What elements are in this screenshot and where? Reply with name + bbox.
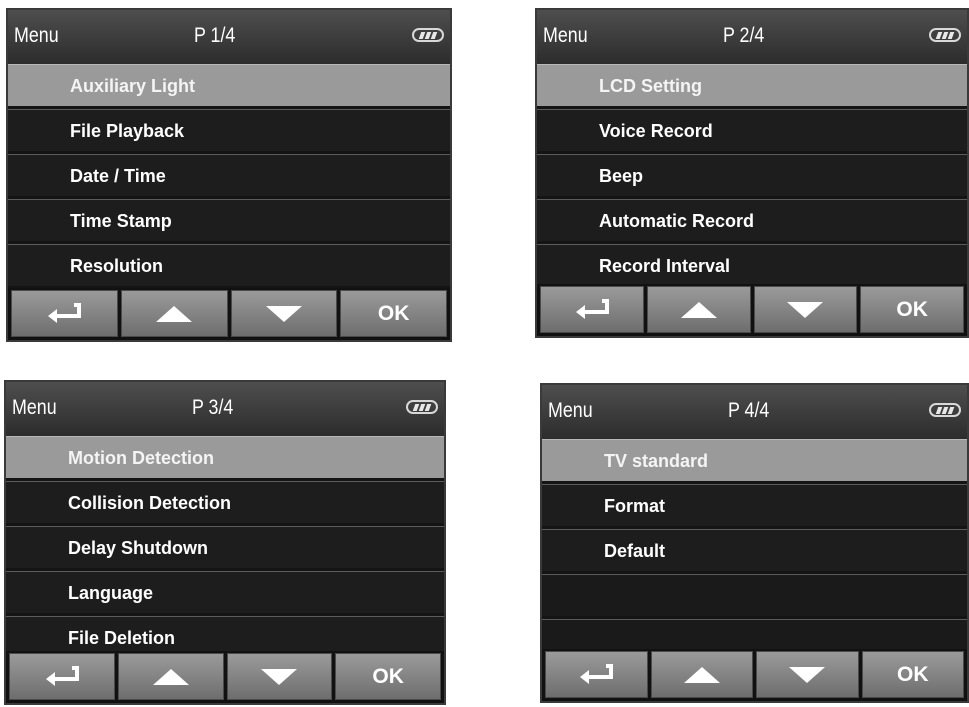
back-button[interactable]: [9, 653, 115, 700]
menu-item-record-interval[interactable]: Record Interval: [537, 244, 967, 286]
down-button[interactable]: [226, 653, 333, 700]
triangle-down-icon: [265, 305, 302, 322]
back-button[interactable]: [540, 286, 644, 333]
battery-icon: [412, 28, 444, 42]
ok-button[interactable]: OK: [861, 651, 964, 698]
menu-header: Menu P 3/4: [6, 382, 444, 436]
triangle-up-icon: [156, 305, 193, 322]
menu-item-delay-shutdown[interactable]: Delay Shutdown: [6, 526, 444, 568]
menu-screen-page-2: Menu P 2/4 LCD Setting Voice Record Beep…: [535, 8, 969, 338]
back-button[interactable]: [11, 290, 118, 337]
down-button[interactable]: [230, 290, 338, 337]
menu-item-lcd-setting[interactable]: LCD Setting: [537, 64, 967, 106]
menu-title: Menu: [14, 24, 59, 47]
menu-item-format[interactable]: Format: [542, 484, 967, 526]
return-arrow-icon: [575, 298, 609, 319]
menu-item-tv-standard[interactable]: TV standard: [542, 439, 967, 481]
down-button[interactable]: [756, 651, 859, 698]
return-arrow-icon: [48, 302, 82, 323]
triangle-up-icon: [680, 301, 717, 318]
menu-item-collision-detection[interactable]: Collision Detection: [6, 481, 444, 523]
battery-icon: [929, 403, 961, 417]
menu-item-voice-record[interactable]: Voice Record: [537, 109, 967, 151]
return-arrow-icon: [45, 665, 79, 686]
menu-item-motion-detection[interactable]: Motion Detection: [6, 436, 444, 478]
battery-icon: [406, 400, 438, 414]
menu-item-automatic-record[interactable]: Automatic Record: [537, 199, 967, 241]
button-bar: OK: [537, 284, 967, 336]
menu-screen-page-3: Menu P 3/4 Motion Detection Collision De…: [4, 380, 446, 705]
menu-item-resolution[interactable]: Resolution: [8, 244, 450, 286]
menu-header: Menu P 4/4: [542, 385, 967, 439]
ok-button[interactable]: OK: [335, 653, 441, 700]
triangle-down-icon: [789, 666, 826, 683]
triangle-up-icon: [152, 668, 189, 685]
menu-item-file-playback[interactable]: File Playback: [8, 109, 450, 151]
button-bar: OK: [6, 651, 444, 703]
page-indicator: P 4/4: [728, 399, 770, 422]
menu-header: Menu P 2/4: [537, 10, 967, 64]
menu-item-time-stamp[interactable]: Time Stamp: [8, 199, 450, 241]
return-arrow-icon: [580, 663, 614, 684]
page-indicator: P 3/4: [192, 396, 234, 419]
up-button[interactable]: [646, 286, 751, 333]
up-button[interactable]: [117, 653, 224, 700]
triangle-down-icon: [787, 301, 824, 318]
up-button[interactable]: [650, 651, 753, 698]
ok-button[interactable]: OK: [340, 290, 447, 337]
menu-screen-page-1: Menu P 1/4 Auxiliary Light File Playback…: [6, 8, 452, 342]
battery-icon: [929, 28, 961, 42]
page-indicator: P 1/4: [194, 24, 236, 47]
menu-screen-page-4: Menu P 4/4 TV standard Format Default OK: [540, 383, 969, 703]
menu-item-empty: [542, 574, 967, 616]
up-button[interactable]: [120, 290, 228, 337]
menu-item-language[interactable]: Language: [6, 571, 444, 613]
down-button[interactable]: [753, 286, 858, 333]
button-bar: OK: [8, 288, 450, 340]
triangle-up-icon: [683, 666, 720, 683]
ok-button[interactable]: OK: [860, 286, 964, 333]
triangle-down-icon: [261, 668, 298, 685]
menu-header: Menu P 1/4: [8, 10, 450, 64]
menu-item-date-time[interactable]: Date / Time: [8, 154, 450, 196]
menu-item-auxiliary-light[interactable]: Auxiliary Light: [8, 64, 450, 106]
page-indicator: P 2/4: [723, 24, 765, 47]
back-button[interactable]: [545, 651, 648, 698]
menu-item-default[interactable]: Default: [542, 529, 967, 571]
menu-title: Menu: [12, 396, 57, 419]
menu-title: Menu: [548, 399, 593, 422]
menu-title: Menu: [543, 24, 588, 47]
menu-item-beep[interactable]: Beep: [537, 154, 967, 196]
button-bar: OK: [542, 649, 967, 701]
